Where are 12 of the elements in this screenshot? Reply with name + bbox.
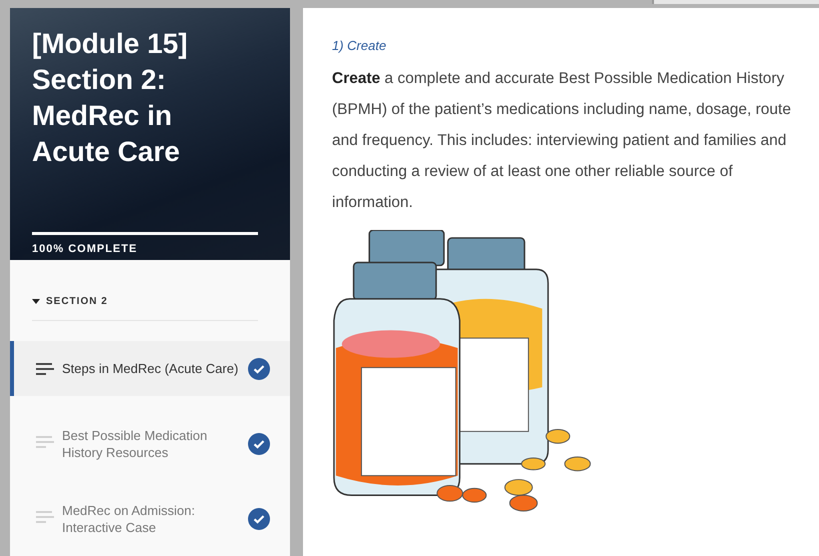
- lesson-item[interactable]: Best Possible Medication History Resources: [10, 416, 290, 471]
- lines-icon: [36, 511, 54, 523]
- lesson-item[interactable]: Steps in MedRec (Acute Care): [10, 341, 290, 396]
- course-title: [Module 15] Section 2: MedRec in Acute Care: [32, 27, 189, 169]
- lines-icon: [36, 362, 54, 374]
- step-paragraph: Create a complete and accurate Best Possible Medication History (BPMH) of the patient’s medications including name, dosage, route and frequency. This includes: interviewing patient and families and conducting a review of at least one other reliable source of information.: [332, 69, 792, 213]
- lesson-item[interactable]: MedRec on Admission: Interactive Case: [10, 491, 290, 546]
- step-heading: 1) Create: [332, 38, 388, 53]
- caret-icon: [32, 298, 40, 304]
- section-toggle[interactable]: SECTION 2: [32, 296, 108, 307]
- progress-label: 100% COMPLETE: [32, 243, 138, 255]
- lines-icon: [36, 436, 54, 448]
